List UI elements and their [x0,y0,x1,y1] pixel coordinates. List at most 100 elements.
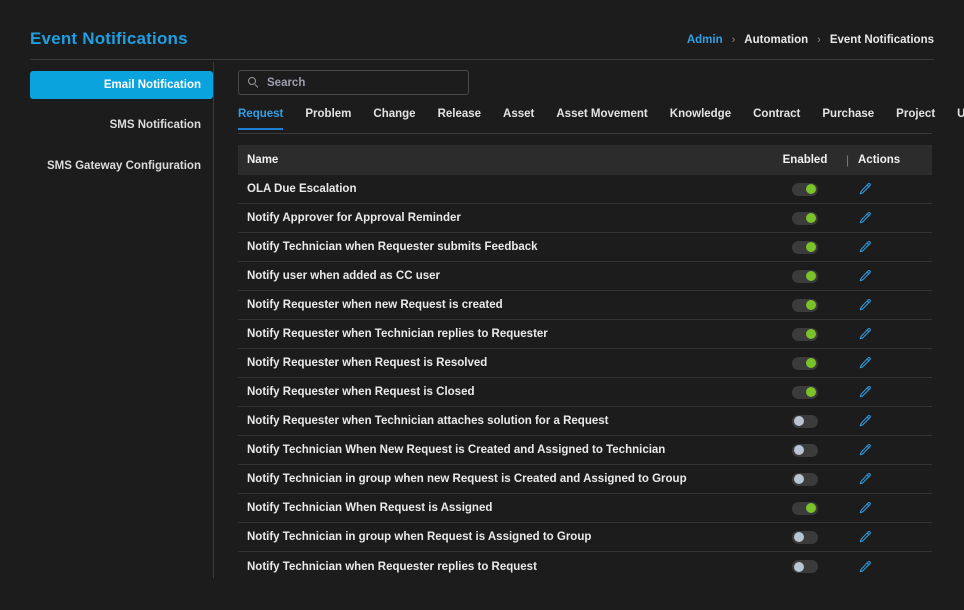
notification-name: Notify Technician When Request is Assign… [247,502,493,514]
notification-name: OLA Due Escalation [247,183,357,195]
tab-problem[interactable]: Problem [305,105,351,129]
enabled-toggle[interactable] [792,356,818,370]
actions-cell [854,182,932,196]
table-row[interactable]: Notify Approver for Approval Reminder [238,204,932,233]
edit-pencil-icon[interactable] [858,211,932,225]
table-row[interactable]: OLA Due Escalation [238,175,932,204]
edit-pencil-icon[interactable] [858,472,932,486]
breadcrumb-item-admin[interactable]: Admin [687,34,723,46]
edit-pencil-icon[interactable] [858,501,932,515]
edit-pencil-icon[interactable] [858,269,932,283]
enabled-toggle[interactable] [792,530,818,544]
breadcrumb-item-current: Event Notifications [829,34,934,46]
edit-pencil-icon[interactable] [858,530,932,544]
tab-label: User [957,108,964,120]
sidebar-item-sms-notification[interactable]: SMS Notification [30,111,213,139]
enabled-toggle[interactable] [792,211,818,225]
enabled-cell [769,356,841,370]
enabled-toggle[interactable] [792,385,818,399]
table-body: OLA Due Escalation Notify Approver for Ap… [238,175,932,581]
enabled-toggle[interactable] [792,298,818,312]
tab-asset[interactable]: Asset [503,105,534,129]
edit-pencil-icon[interactable] [858,182,932,196]
enabled-cell [769,211,841,225]
table-row[interactable]: Notify Requester when Request is Closed [238,378,932,407]
sidebar-item-label: SMS Notification [109,119,201,131]
actions-cell [854,414,932,428]
tab-project[interactable]: Project [896,105,935,129]
notification-name: Notify Technician in group when new Requ… [247,473,687,485]
enabled-toggle[interactable] [792,182,818,196]
enabled-cell [769,385,841,399]
column-header-name[interactable]: Name [238,154,769,166]
enabled-toggle[interactable] [792,269,818,283]
edit-pencil-icon[interactable] [858,298,932,312]
search-box[interactable] [238,70,469,95]
enabled-cell [769,414,841,428]
search-input[interactable] [267,76,457,89]
table-row[interactable]: Notify Technician When Request is Assign… [238,494,932,523]
tab-label: Release [437,108,482,120]
tab-contract[interactable]: Contract [753,105,800,129]
actions-cell [854,443,932,457]
breadcrumb-item-automation[interactable]: Automation [744,34,808,46]
edit-pencil-icon[interactable] [858,560,932,574]
edit-pencil-icon[interactable] [858,356,932,370]
notification-name: Notify Technician when Requester replies… [247,560,537,573]
enabled-toggle[interactable] [792,414,818,428]
notification-name: Notify Requester when Technician attache… [247,415,609,427]
enabled-toggle[interactable] [792,327,818,341]
edit-pencil-icon[interactable] [858,240,932,254]
sidebar-item-email-notification[interactable]: Email Notification [30,71,213,99]
notification-name: Notify Requester when new Request is cre… [247,299,503,311]
notification-name: Notify Technician in group when Request … [247,531,592,543]
table-row[interactable]: Notify Technician in group when new Requ… [238,465,932,494]
enabled-toggle[interactable] [792,501,818,515]
enabled-toggle[interactable] [792,472,818,486]
enabled-cell [769,182,841,196]
edit-pencil-icon[interactable] [858,414,932,428]
sidebar-item-label: SMS Gateway Configuration [47,160,201,172]
enabled-cell [769,269,841,283]
table-row[interactable]: Notify user when added as CC user [238,262,932,291]
table-row[interactable]: Notify Technician in group when Request … [238,523,932,552]
tab-bar: Request Problem Change Release Asset Asset Mo… [238,105,964,134]
search-icon [248,77,259,88]
edit-pencil-icon[interactable] [858,327,932,341]
tab-purchase[interactable]: Purchase [822,105,874,129]
sidebar: Email Notification SMS Notification SMS … [0,60,213,578]
tab-request[interactable]: Request [238,105,284,130]
table-row[interactable]: Notify Requester when new Request is cre… [238,291,932,320]
sidebar-item-sms-gateway-configuration[interactable]: SMS Gateway Configuration [30,152,213,180]
table-row[interactable]: Notify Requester when Request is Resolve… [238,349,932,378]
tab-user[interactable]: User [957,105,964,129]
breadcrumb-separator-icon: › [731,34,736,46]
actions-cell [854,211,932,225]
table-row[interactable]: Notify Requester when Technician replies… [238,320,932,349]
enabled-toggle[interactable] [792,560,818,573]
enabled-toggle[interactable] [792,443,818,457]
tab-label: Asset [503,108,535,120]
actions-cell [854,269,932,283]
tab-knowledge[interactable]: Knowledge [670,105,731,129]
table-row[interactable]: Notify Technician when Requester replies… [238,552,932,581]
tab-label: Knowledge [669,108,732,120]
actions-cell [854,240,932,254]
sidebar-item-label: Email Notification [103,79,201,91]
notifications-table: Name Enabled | Actions OLA Due Escalatio… [238,145,932,581]
table-row[interactable]: Notify Technician when Requester submits… [238,233,932,262]
tab-release[interactable]: Release [438,105,481,129]
enabled-toggle[interactable] [792,240,818,254]
edit-pencil-icon[interactable] [858,443,932,457]
table-row[interactable]: Notify Requester when Technician attache… [238,407,932,436]
tab-asset-movement[interactable]: Asset Movement [556,105,647,129]
tab-label: Contract [753,108,801,120]
edit-pencil-icon[interactable] [858,385,932,399]
page-title: Event Notifications [30,29,188,48]
page-header: Event Notifications Admin › Automation ›… [0,0,964,60]
tab-change[interactable]: Change [373,105,415,129]
tab-label: Change [373,108,416,120]
table-row[interactable]: Notify Technician When New Request is Cr… [238,436,932,465]
actions-cell [854,560,932,574]
actions-cell [854,327,932,341]
